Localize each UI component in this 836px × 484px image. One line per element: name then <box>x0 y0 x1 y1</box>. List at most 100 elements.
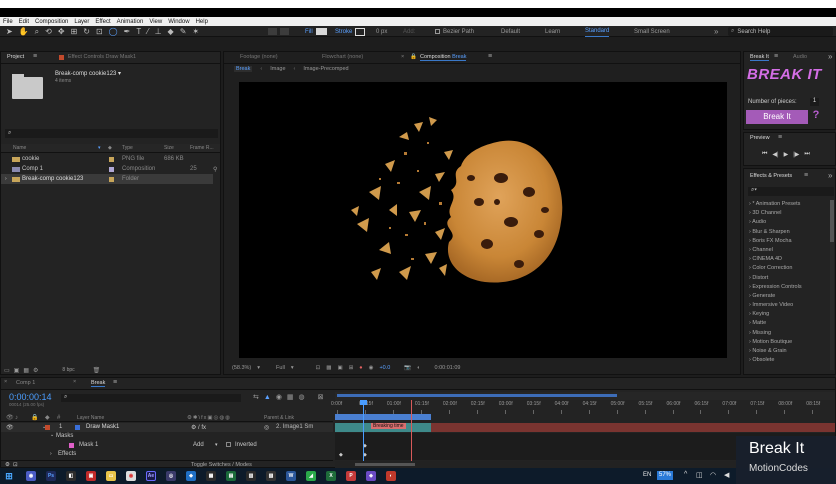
menu-window[interactable]: Window <box>168 19 189 25</box>
play-icon[interactable]: ▶ <box>784 151 789 158</box>
app-icon[interactable]: ◐ <box>386 471 396 481</box>
effects-menu-icon[interactable]: ≡ <box>804 172 808 179</box>
tab-project[interactable]: Project <box>7 54 24 60</box>
composition-canvas[interactable] <box>239 82 727 358</box>
magnification-select[interactable]: (58.3%) <box>232 365 251 371</box>
search-help-field[interactable]: ⌕ Search Help <box>728 27 833 36</box>
tab-close-icon[interactable]: × <box>73 379 76 385</box>
hand-tool-icon[interactable]: ✋ <box>19 27 29 36</box>
break-it-button[interactable]: Break It <box>746 110 808 124</box>
interpret-footage-icon[interactable]: ▭ <box>4 367 10 374</box>
effect-category-item[interactable]: › Blur & Sharpen <box>744 228 830 237</box>
current-time[interactable]: 0:00:00:14 <box>9 392 52 402</box>
comp-flowchart-icon[interactable]: ⇆ <box>253 393 259 401</box>
shy-icon[interactable]: ◉ <box>276 393 282 401</box>
tab-break[interactable]: Break <box>91 380 106 387</box>
column-name[interactable]: Name <box>13 145 26 151</box>
app-icon[interactable]: ▤ <box>226 471 236 481</box>
anchor-tool-icon[interactable]: ⊡ <box>96 27 103 36</box>
new-comp-icon[interactable]: ▦ <box>23 367 29 374</box>
guides-icon[interactable]: ⊞ <box>349 365 354 371</box>
tab-break-it[interactable]: Break It <box>750 54 769 61</box>
viewer-menu-icon[interactable]: ≡ <box>488 53 492 60</box>
effect-keyframe-icon[interactable]: ◆ <box>339 452 343 458</box>
stroke-width[interactable]: 0 px <box>376 26 387 37</box>
last-frame-icon[interactable]: ⏭ <box>804 151 809 158</box>
work-area-handle[interactable] <box>335 414 431 420</box>
menu-file[interactable]: File <box>3 19 13 25</box>
label-swatch[interactable] <box>109 156 114 162</box>
app-icon[interactable]: ◈ <box>366 471 376 481</box>
lock-switch-icon[interactable]: 🔒 <box>31 414 38 421</box>
effect-category-item[interactable]: › Obsolete <box>744 356 830 365</box>
exposure-value[interactable]: +0.0 <box>379 365 390 371</box>
fill-control[interactable]: Fill <box>305 26 327 37</box>
effects-overflow-icon[interactable]: » <box>828 171 832 180</box>
expand-pane-icon[interactable]: ⊡ <box>13 462 18 468</box>
file-explorer-icon[interactable]: ▭ <box>106 471 116 481</box>
toggle-switches-modes[interactable]: Toggle Switches / Modes <box>191 462 252 468</box>
column-type[interactable]: Type <box>122 145 133 151</box>
move-tool-icon[interactable]: ✥ <box>58 27 65 36</box>
project-item-row-selected[interactable]: › Break-comp cookie123 Folder <box>1 174 213 184</box>
new-folder-icon[interactable]: ▣ <box>14 367 20 374</box>
orbit-tool-icon[interactable]: ⟲ <box>45 27 52 36</box>
effect-category-item[interactable]: › CINEMA 4D <box>744 255 830 264</box>
app-icon[interactable]: ◎ <box>166 471 176 481</box>
sort-chevron-icon[interactable]: ▾ <box>98 145 101 151</box>
pieces-input[interactable]: 1 <box>810 98 819 106</box>
layer-row[interactable]: 👁 ⌄ 1 Draw Mask1 ⚙ / fx ◎ 2. Image1 Sm <box>1 423 333 432</box>
mask-mode-select[interactable]: Add <box>193 442 204 448</box>
effects-search-input[interactable]: ⌕▾ <box>748 187 834 196</box>
next-frame-icon[interactable]: |▶ <box>793 151 799 158</box>
layer-switches[interactable]: ⚙ / fx <box>191 424 206 431</box>
effect-category-item[interactable]: › Motion Boutique <box>744 338 830 347</box>
playhead[interactable] <box>360 400 367 468</box>
magnification-chevron-icon[interactable]: ▾ <box>257 365 260 371</box>
layer-switches-icons[interactable]: ⚙✱\fx▣◎◍◍ <box>187 415 231 421</box>
project-menu-icon[interactable]: ≡ <box>33 53 37 60</box>
motion-blur-icon[interactable]: ◍ <box>299 393 305 401</box>
menu-layer[interactable]: Layer <box>74 19 89 25</box>
project-item-row[interactable]: Comp 1 Composition 25 ⚲ <box>1 164 220 174</box>
stroke-control[interactable]: Stroke <box>335 26 366 37</box>
project-settings-icon[interactable]: ⚙ <box>33 367 38 374</box>
vscode-icon[interactable]: ◆ <box>186 471 196 481</box>
tray-chevron-icon[interactable]: ^ <box>684 471 687 478</box>
audio-switch-icon[interactable]: ♪ <box>15 415 18 421</box>
clone-tool-icon[interactable]: ⊥ <box>155 27 162 36</box>
mask-mode-chevron-icon[interactable]: ▾ <box>215 442 218 448</box>
label-swatch[interactable] <box>109 176 114 182</box>
effect-category-item[interactable]: › Color Correction <box>744 264 830 273</box>
powerpoint-icon[interactable]: P <box>346 471 356 481</box>
flowchart-icon[interactable]: ⚲ <box>213 166 217 173</box>
work-area-range[interactable] <box>337 394 617 397</box>
effect-category-item[interactable]: › Boris FX Mocha <box>744 237 830 246</box>
expand-chevron-icon[interactable]: › <box>5 176 7 182</box>
workspace-small-screen[interactable]: Small Screen <box>634 26 670 37</box>
bezier-path-toggle[interactable]: Bezier Path <box>435 26 474 37</box>
after-effects-icon[interactable]: Ae <box>146 471 156 481</box>
eraser-tool-icon[interactable]: ◆ <box>168 27 174 36</box>
effect-category-item[interactable]: › 3D Channel <box>744 209 830 218</box>
app-icon[interactable]: ▣ <box>86 471 96 481</box>
viewer-timecode[interactable]: 0:00:01:09 <box>434 365 460 371</box>
mask-name[interactable]: Mask 1 <box>79 442 98 448</box>
app-icon[interactable]: ◧ <box>66 471 76 481</box>
bpc-label[interactable]: 8 bpc <box>62 367 74 373</box>
masks-group-label[interactable]: Masks <box>56 433 73 439</box>
layer-duration-bar[interactable]: Breaking time <box>335 423 835 432</box>
word-icon[interactable]: W <box>286 471 296 481</box>
column-frame-rate[interactable]: Frame R... <box>190 145 214 151</box>
effects-chevron-icon[interactable]: › <box>50 451 52 457</box>
effect-category-item[interactable]: › Distort <box>744 274 830 283</box>
tab-composition[interactable]: Composition Break <box>420 54 467 61</box>
help-icon[interactable]: ? <box>810 109 822 123</box>
delete-icon[interactable]: 🗑 <box>93 367 101 374</box>
label-swatch[interactable] <box>109 166 114 172</box>
column-layer-name[interactable]: Layer Name <box>77 415 104 421</box>
start-icon[interactable]: ⊞ <box>4 471 14 481</box>
notification-icon[interactable]: ◫ <box>696 471 703 479</box>
menu-animation[interactable]: Animation <box>117 19 144 25</box>
layer-visibility-icon[interactable]: 👁 <box>6 424 14 431</box>
